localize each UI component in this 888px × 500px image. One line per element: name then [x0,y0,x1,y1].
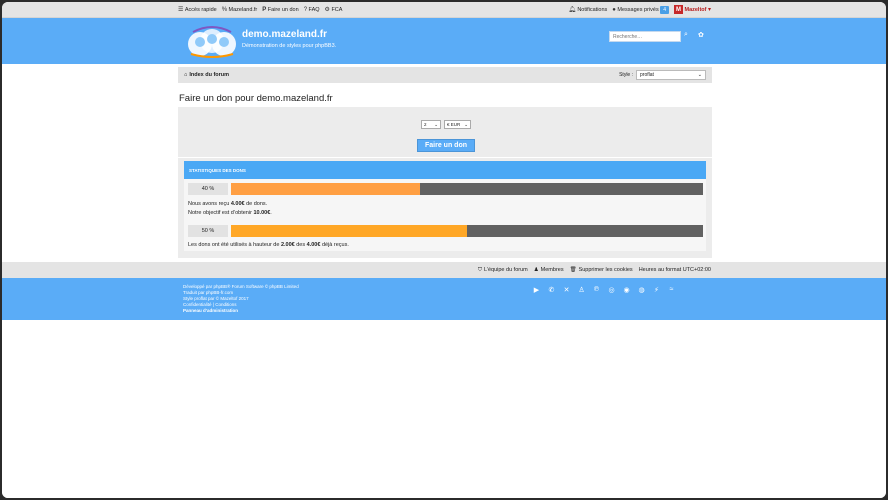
menu-icon: ☰ [178,7,184,13]
site-logo[interactable] [185,24,239,58]
received-text: Nous avons reçu 4.00€ de dons. Notre obj… [188,201,272,216]
style-label: Style : [619,72,633,78]
user-menu[interactable]: M Mazeltof ▾ [673,5,711,14]
caret-down-icon: ▾ [707,7,711,13]
x-icon[interactable]: ✕ [562,286,571,294]
currency-select[interactable]: € EUR ⌄ [444,120,471,129]
gears-icon: ⚙ [324,7,330,13]
paypal-icon: P [262,6,267,13]
user-icon: ♟ [533,267,539,273]
discord-icon[interactable]: ◍ [637,286,646,294]
admin-panel-link[interactable]: Panneau d’administration [183,308,299,314]
team-link[interactable]: ⛉ L’équipe du forum [478,267,528,274]
members-link[interactable]: ♟ Membres [534,267,564,273]
fca-link[interactable]: ⚙ FCA [324,6,343,14]
delete-cookies-link[interactable]: 🗑︎ Supprimer les cookies [570,267,633,273]
avatar: M [673,5,683,14]
donate-link[interactable]: P Faire un don [262,7,298,13]
browser-frame: ☰ Accès rapide % Mazeland.fr P Faire un don… [2,2,886,498]
privacy-link[interactable]: Confidentialité [183,302,212,307]
amount-select[interactable]: 2 ⌄ [421,120,441,129]
site-link[interactable]: % Mazeland.fr [222,7,258,13]
bell-icon: 🔔︎ [568,7,576,13]
footer-navbar: ⛉ L’équipe du forum ♟ Membres 🗑︎ Supprimer … [2,262,886,278]
shield-icon: ⛉ [477,266,482,273]
notifications-link[interactable]: 🔔︎ Notifications [568,6,607,14]
stats-body: 40 % Nous avons reçu 4.00€ de dons. Notr… [184,179,706,251]
rss-icon[interactable]: ≈ [667,286,676,294]
stats-heading: STATISTIQUES DES DONS [184,161,706,179]
used-progress-bar [231,225,703,237]
site-header: demo.mazeland.fr Démonstration de styles… [2,18,886,64]
donate-panel: 2 ⌄ € EUR ⌄ Faire un don [178,107,712,157]
comment-icon: ● [612,6,616,13]
style-select[interactable]: proflat ⌄ [636,70,706,80]
home-icon: ⌂ [184,72,188,78]
goal-progress-fill [231,183,420,195]
faq-link[interactable]: ? FAQ [304,7,320,13]
donation-stats: STATISTIQUES DES DONS 40 % Nous avons re… [178,158,712,258]
breadcrumb[interactable]: ⌂ Index du forum [184,72,229,78]
site-footer: Développé par phpBB® Forum Software © ph… [2,278,886,320]
link-icon: % [221,6,228,13]
page-blank-area [2,320,886,498]
goal-progress-bar [231,183,703,195]
youtube-icon[interactable]: ▶ [532,286,541,294]
chevron-down-icon: ⌄ [697,72,702,78]
terms-link[interactable]: Conditions [215,302,236,307]
goal-percent: 40 % [188,183,228,195]
chevron-down-icon: ⌄ [464,121,468,127]
top-navbar: ☰ Accès rapide % Mazeland.fr P Faire un don… [2,2,886,18]
used-progress-fill [231,225,467,237]
chevron-down-icon: ⌄ [434,121,438,127]
snapchat-icon[interactable]: ♙ [577,286,586,294]
search-icon[interactable]: ⌕ [684,31,688,39]
whatsapp-icon[interactable]: ✆ [547,286,556,294]
site-title[interactable]: demo.mazeland.fr [242,29,327,40]
trash-icon: 🗑︎ [569,267,577,273]
question-icon: ? [303,6,308,13]
site-description: Démonstration de styles pour phpBB3. [242,43,337,49]
username: Mazeltof [684,6,707,13]
donate-button[interactable]: Faire un don [417,139,475,152]
pinterest-icon[interactable]: ℗ [592,286,601,294]
page-title: Faire un don pour demo.mazeland.fr [179,93,333,104]
advanced-search-icon[interactable]: ✿ [698,31,704,39]
messages-count-badge: 4 [660,5,669,14]
search-input[interactable] [609,31,681,42]
deviantart-icon[interactable]: ⚡ [652,286,661,294]
social-links: ▶ ✆ ✕ ♙ ℗ ◎ ◉ ◍ ⚡ ≈ [532,286,676,294]
instagram-icon[interactable]: ◎ [607,286,616,294]
quick-access-menu[interactable]: ☰ Accès rapide [178,6,217,14]
timezone-info: Heures au format UTC+02:00 [638,267,711,273]
breadcrumb-bar: ⌂ Index du forum Style : proflat ⌄ [178,67,712,83]
github-icon[interactable]: ◉ [622,286,631,294]
used-text: Les dons ont été utilisés à hauteur de 2… [188,242,349,248]
private-messages-link[interactable]: ● Messages privés 4 [612,5,669,14]
used-percent: 50 % [188,225,228,237]
